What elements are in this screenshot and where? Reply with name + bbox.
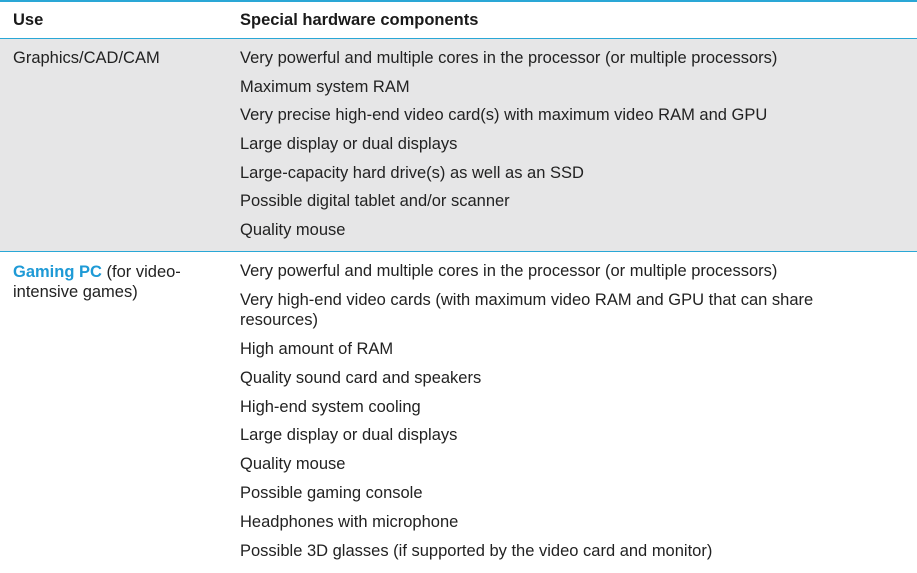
list-item: Quality mouse bbox=[240, 455, 346, 474]
list-item: Large display or dual displays bbox=[240, 426, 458, 445]
component-list: Very powerful and multiple cores in the … bbox=[240, 261, 917, 570]
list-item: Very high-end video cards (with maximum … bbox=[240, 290, 814, 329]
list-item: Very powerful and multiple cores in the … bbox=[240, 262, 778, 280]
table-header: Use Special hardware components bbox=[0, 0, 917, 39]
list-item: Very powerful and multiple cores in the … bbox=[240, 49, 778, 67]
list-item: Maximum system RAM bbox=[240, 77, 410, 96]
use-label: Graphics/CAD/CAM bbox=[13, 49, 160, 67]
list-item: High amount of RAM bbox=[240, 339, 394, 358]
list-item: High-end system cooling bbox=[240, 397, 421, 416]
use-cell: Gaming PC (for video-intensive games) bbox=[0, 261, 240, 573]
list-item: Very precise high-end video card(s) with… bbox=[240, 106, 768, 125]
hardware-components-table: Use Special hardware components Graphics… bbox=[0, 0, 917, 573]
header-use: Use bbox=[13, 10, 44, 29]
table-row-gaming: Gaming PC (for video-intensive games) Ve… bbox=[0, 252, 917, 573]
header-components: Special hardware components bbox=[240, 10, 479, 29]
component-list: Very powerful and multiple cores in the … bbox=[240, 48, 917, 249]
list-item: Quality sound card and speakers bbox=[240, 368, 482, 387]
list-item: Headphones with microphone bbox=[240, 513, 459, 532]
use-highlight-term: Gaming PC bbox=[13, 263, 102, 281]
list-item: Possible 3D glasses (if supported by the… bbox=[240, 542, 713, 561]
use-cell: Graphics/CAD/CAM bbox=[0, 48, 240, 251]
list-item: Possible digital tablet and/or scanner bbox=[240, 192, 510, 211]
list-item: Large-capacity hard drive(s) as well as … bbox=[240, 163, 584, 182]
table-row-graphics: Graphics/CAD/CAM Very powerful and multi… bbox=[0, 39, 917, 252]
list-item: Possible gaming console bbox=[240, 484, 423, 503]
components-cell: Very powerful and multiple cores in the … bbox=[240, 48, 917, 251]
components-cell: Very powerful and multiple cores in the … bbox=[240, 261, 917, 573]
list-item: Large display or dual displays bbox=[240, 135, 458, 154]
list-item: Quality mouse bbox=[240, 221, 346, 240]
